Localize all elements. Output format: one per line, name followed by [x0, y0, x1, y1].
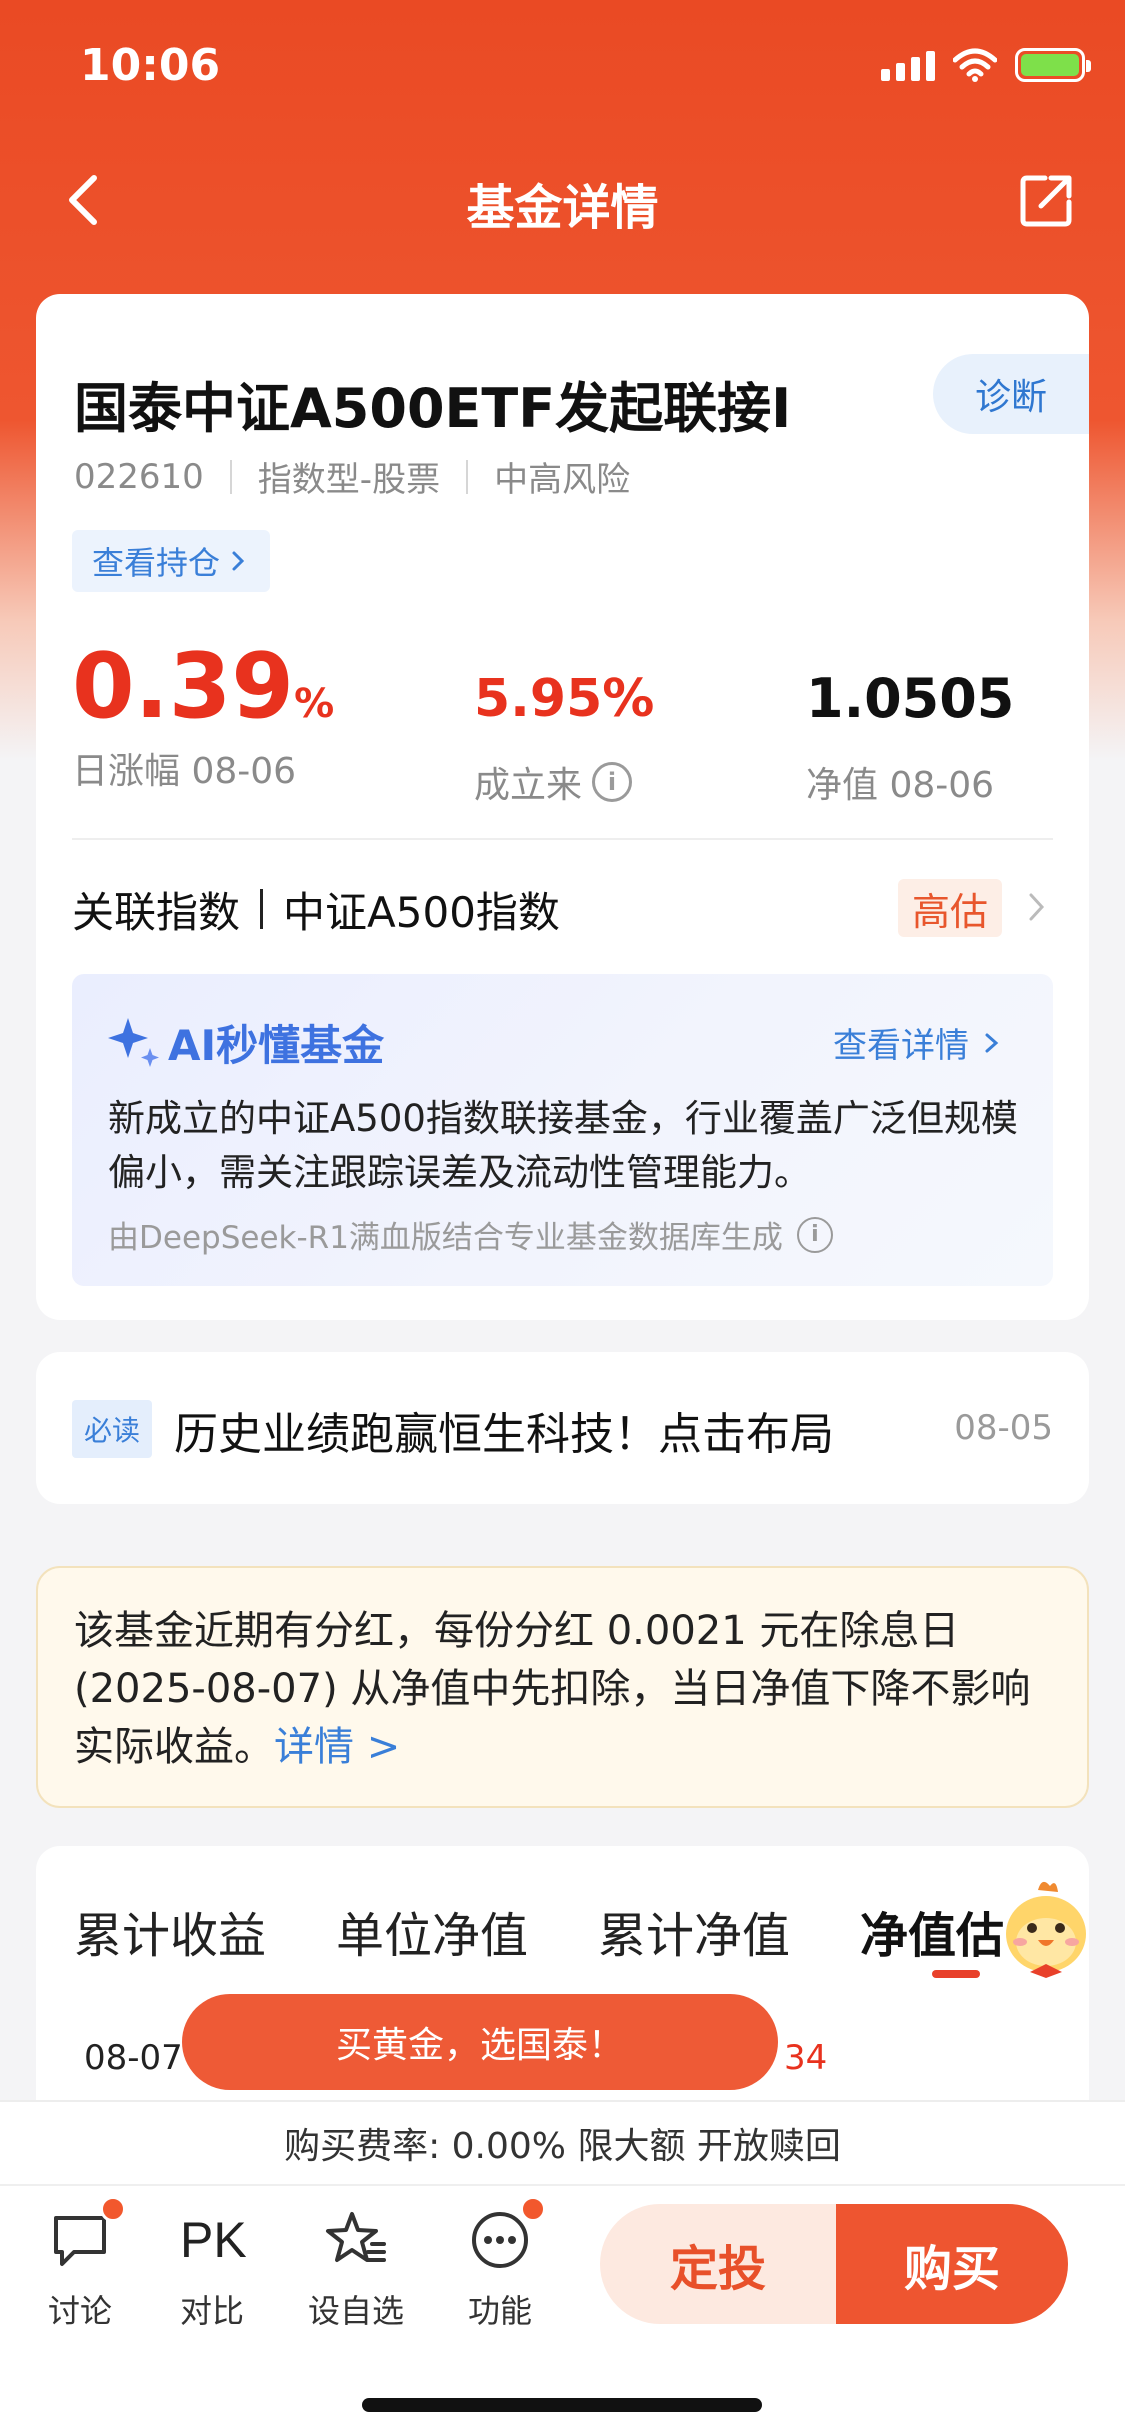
fund-name: 国泰中证A500ETF发起联接I: [74, 377, 792, 440]
related-index-name: 中证A500指数: [283, 887, 560, 937]
navigation-bar: 基金详情: [0, 150, 1125, 250]
promo-banner[interactable]: 买黄金，选国泰！: [182, 1994, 778, 2090]
fund-code: 022610: [74, 456, 204, 497]
since-inception-label: 成立来: [474, 765, 583, 806]
function-label: 功能: [467, 2292, 532, 2330]
chevron-right-icon: [985, 1033, 999, 1052]
tab-cumulative-return[interactable]: 累计收益: [74, 1896, 266, 1966]
diagnose-button[interactable]: 诊断: [933, 354, 1089, 434]
info-icon[interactable]: i: [592, 762, 633, 802]
nav-label: 净值 08-06: [806, 765, 995, 806]
battery-icon: [1015, 48, 1091, 82]
discuss-button[interactable]: 讨论: [20, 2196, 140, 2332]
ai-view-details-label: 查看详情: [833, 1026, 969, 1066]
chart-row-value: 34: [784, 2038, 828, 2078]
daily-change-label: 日涨幅 08-06: [72, 751, 297, 792]
dividend-notice: 该基金近期有分红，每份分红 0.0021 元在除息日 (2025-08-07) …: [36, 1566, 1089, 1808]
notification-dot: [100, 2196, 126, 2222]
compare-button[interactable]: PK 对比: [152, 2208, 272, 2332]
fund-meta: 022610 指数型-股票 中高风险: [74, 452, 630, 501]
ai-summary-text: 新成立的中证A500指数联接基金，行业覆盖广泛但规模偏小，需关注跟踪误差及流动性…: [108, 1097, 1018, 1194]
view-holdings-label: 查看持仓: [92, 544, 221, 582]
info-icon[interactable]: i: [796, 1216, 833, 1253]
add-watchlist-button[interactable]: 设自选: [296, 2208, 416, 2332]
index-separator: [260, 889, 264, 929]
fee-info-bar: 购买费率: 0.00% 限大额 开放赎回: [0, 2100, 1125, 2184]
watchlist-label: 设自选: [307, 2292, 404, 2330]
since-inception-value: 5.95%: [474, 669, 655, 729]
ai-summary-title: AI秒懂基金: [168, 1021, 385, 1070]
view-holdings-button[interactable]: 查看持仓: [72, 530, 271, 592]
related-index-label: 关联指数: [72, 887, 241, 937]
news-title: 历史业绩跑赢恒生科技！点击布局: [174, 1409, 834, 1460]
daily-change-value: 0.39: [72, 634, 295, 739]
status-time: 10:06: [80, 40, 221, 91]
ai-summary-panel: AI秒懂基金 查看详情 新成立的中证A500指数联接基金，行业覆盖广泛但规模偏小…: [72, 974, 1053, 1286]
related-index-row[interactable]: 关联指数 中证A500指数 高估: [72, 869, 1052, 949]
function-button[interactable]: 功能: [440, 2196, 560, 2332]
cellular-signal-icon: [881, 49, 935, 81]
status-icons: [881, 48, 1091, 82]
daily-change-stat: 0.39% 日涨幅 08-06: [72, 642, 334, 794]
dividend-notice-text: 该基金近期有分红，每份分红 0.0021 元在除息日 (2025-08-07) …: [74, 1602, 1064, 1776]
tab-cumulative-nav[interactable]: 累计净值: [598, 1896, 790, 1966]
chart-tabs: 累计收益 单位净值 累计净值 净值估: [74, 1896, 1004, 1966]
buy-button[interactable]: 购买: [836, 2204, 1068, 2324]
daily-change-unit: %: [294, 681, 335, 727]
chevron-right-icon: [232, 551, 245, 571]
nav-value: 1.0505: [806, 667, 1015, 730]
ai-footnote: 由DeepSeek-R1满血版结合专业基金数据库生成 i: [108, 1212, 833, 1257]
nav-stat: 1.0505 净值 08-06: [806, 664, 1014, 808]
news-date: 08-05: [954, 1408, 1053, 1448]
must-read-badge: 必读: [72, 1400, 153, 1458]
notification-dot: [520, 2196, 546, 2222]
chart-row-date: 08-07: [84, 2038, 183, 2078]
pk-icon: PK: [180, 2212, 247, 2268]
meta-divider: [466, 459, 469, 494]
divider: [72, 838, 1053, 840]
fund-type: 指数型-股票: [257, 460, 441, 500]
since-inception-label-row: 成立来 i: [474, 756, 654, 808]
since-inception-stat: 5.95% 成立来 i: [474, 664, 654, 808]
compare-label: 对比: [179, 2292, 244, 2330]
home-indicator: [362, 2398, 762, 2412]
auto-invest-button[interactable]: 定投: [600, 2204, 836, 2324]
active-tab-indicator: [932, 1970, 980, 1978]
ai-footnote-text: 由DeepSeek-R1满血版结合专业基金数据库生成: [108, 1220, 783, 1256]
discuss-label: 讨论: [47, 2292, 112, 2330]
tab-nav-estimate[interactable]: 净值估: [860, 1896, 1004, 1966]
chevron-right-icon: [1029, 893, 1045, 921]
chick-mascot-icon[interactable]: [990, 1872, 1100, 1982]
dividend-notice-body: 该基金近期有分红，每份分红 0.0021 元在除息日 (2025-08-07) …: [74, 1608, 1031, 1770]
meta-divider: [229, 459, 232, 494]
wifi-icon: [953, 48, 997, 82]
dividend-details-link[interactable]: 详情 >: [274, 1724, 400, 1770]
share-icon[interactable]: [1017, 170, 1077, 230]
tab-unit-nav[interactable]: 单位净值: [336, 1896, 528, 1966]
page-title: 基金详情: [466, 180, 659, 236]
sparkle-icon: [108, 1018, 159, 1067]
valuation-badge: 高估: [897, 879, 1002, 937]
fund-summary-card: 国泰中证A500ETF发起联接I 诊断 022610 指数型-股票 中高风险 查…: [36, 294, 1089, 1320]
fund-risk: 中高风险: [494, 460, 631, 500]
star-list-icon: [326, 2212, 386, 2262]
ai-view-details-link[interactable]: 查看详情: [833, 1018, 1001, 1067]
status-bar: 10:06: [0, 0, 1125, 140]
news-card[interactable]: 必读 历史业绩跑赢恒生科技！点击布局 08-05: [36, 1352, 1089, 1504]
